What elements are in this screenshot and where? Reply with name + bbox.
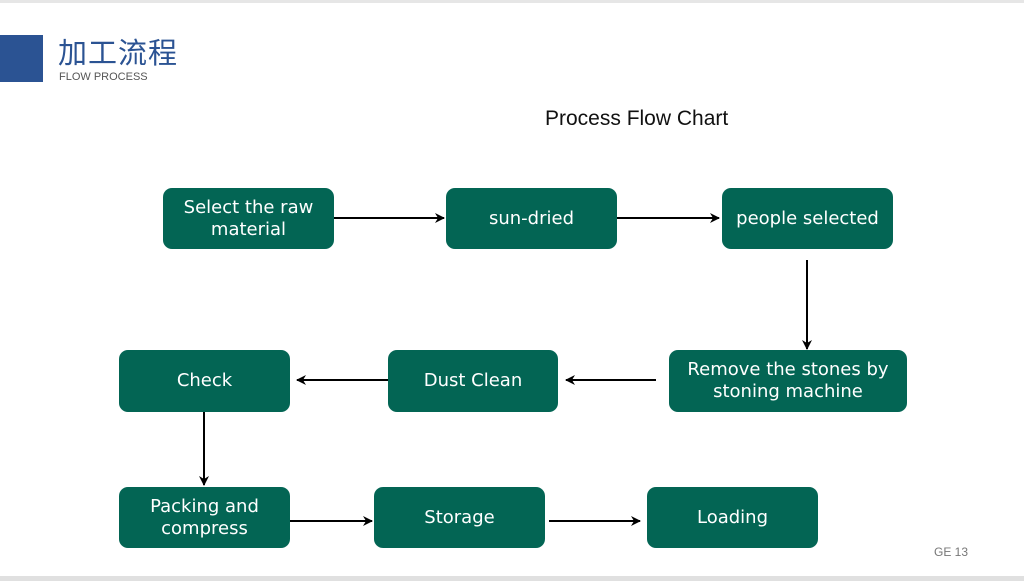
step-label: Storage xyxy=(424,506,495,528)
step-label: Check xyxy=(176,370,233,391)
step-label: Loading xyxy=(696,506,768,528)
step-dust-clean: Dust Clean xyxy=(388,350,558,412)
step-sun-dried: sun-dried xyxy=(446,188,617,249)
step-storage: Storage xyxy=(374,487,545,548)
step-people-selected: people selected xyxy=(722,188,893,249)
step-label: Select the raw material xyxy=(183,196,314,240)
bottom-border xyxy=(0,576,1024,581)
step-label: Remove the stones by stoning machine xyxy=(687,359,889,402)
step-label: Packing and compress xyxy=(150,495,259,539)
step-loading: Loading xyxy=(647,487,818,548)
step-remove-stones: Remove the stones by stoning machine xyxy=(669,350,907,412)
step-label: sun-dried xyxy=(488,207,575,229)
step-check: Check xyxy=(119,350,290,412)
step-select-raw-material: Select the raw material xyxy=(163,188,334,249)
step-packing-compress: Packing and compress xyxy=(119,487,290,548)
step-label: people selected xyxy=(736,207,879,229)
step-label: Dust Clean xyxy=(423,370,523,391)
page-number: GE 13 xyxy=(934,545,969,559)
